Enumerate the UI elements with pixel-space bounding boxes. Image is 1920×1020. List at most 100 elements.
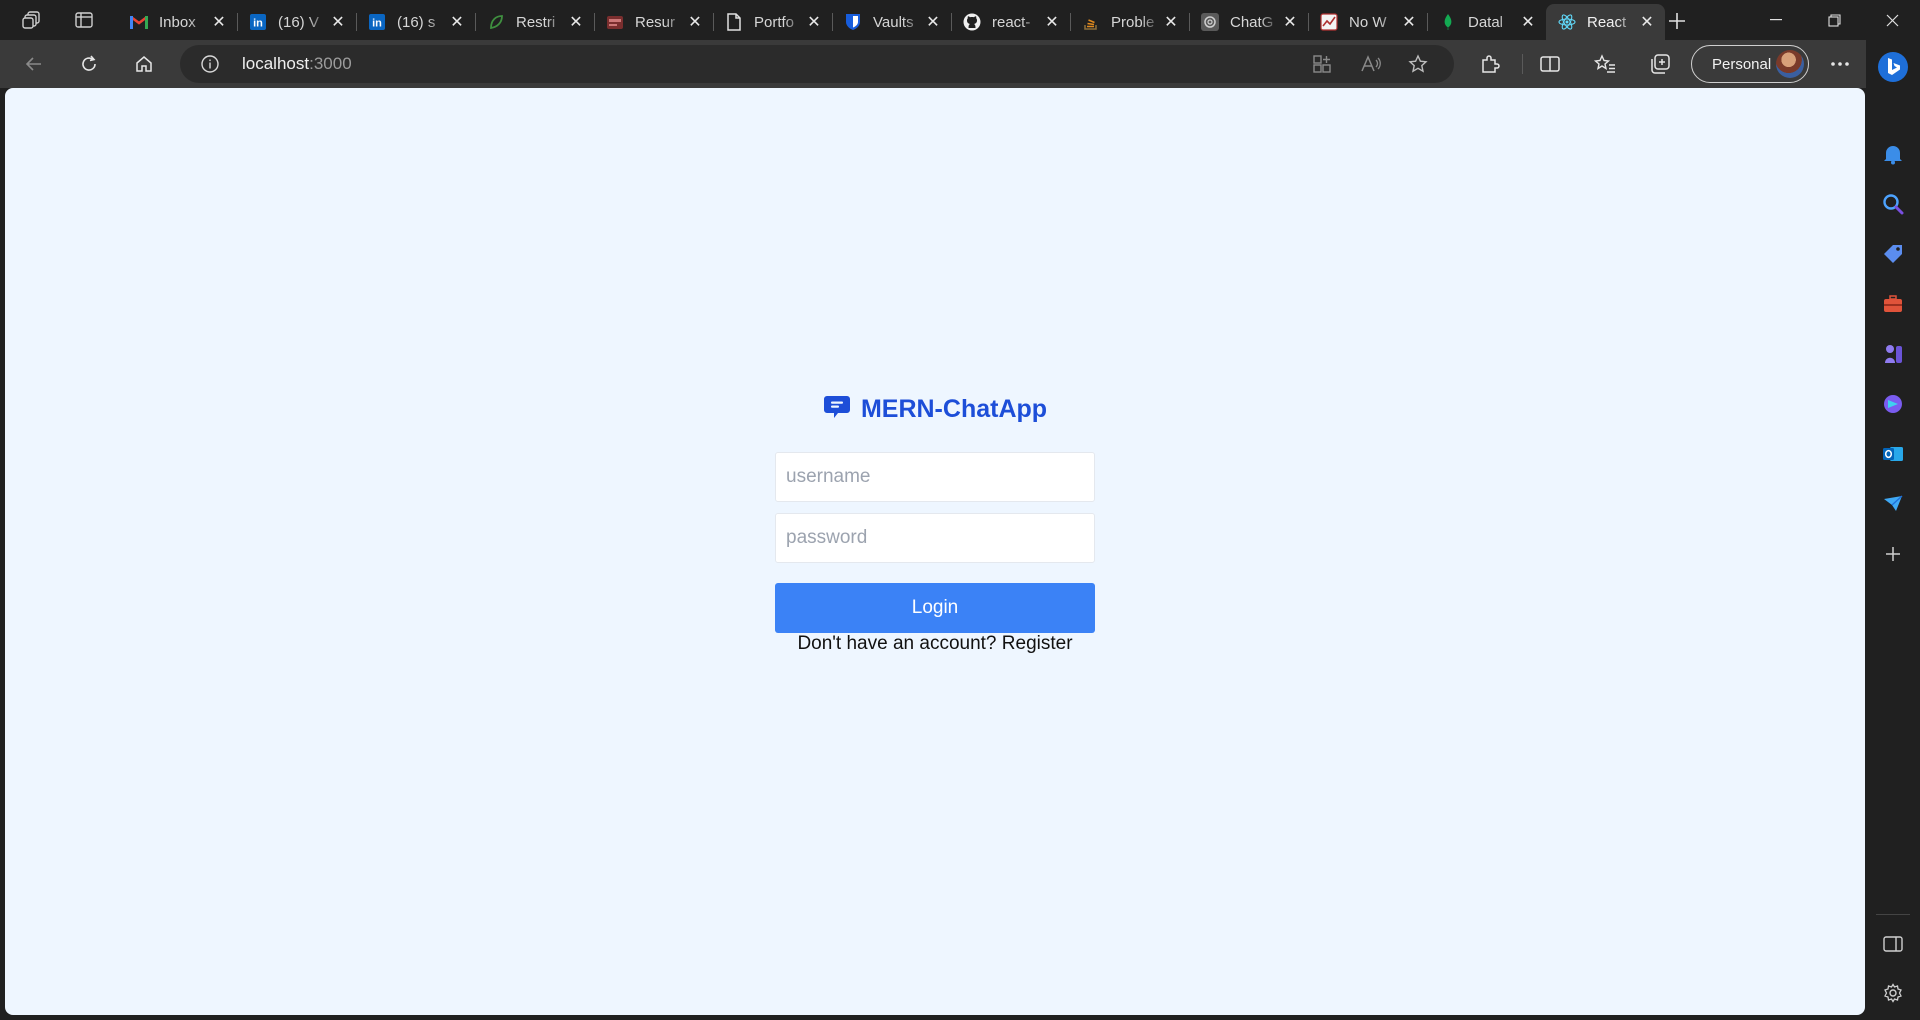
close-tab-icon[interactable]: ✕ — [923, 12, 943, 32]
sidebar-divider — [1876, 914, 1910, 915]
tab-strip: Inbox ✕ in (16) V ✕ in (16) s ✕ Restri ✕… — [0, 0, 1920, 40]
password-input[interactable] — [775, 513, 1095, 563]
chat-bubble-icon — [823, 396, 850, 418]
url-text[interactable]: localhost:3000 — [242, 54, 352, 74]
tab-title: Vaults — [873, 13, 914, 31]
document-icon — [725, 13, 743, 31]
login-button[interactable]: Login — [775, 583, 1095, 633]
tab-title: React — [1587, 13, 1627, 31]
tab-resume[interactable]: Resur ✕ — [594, 4, 713, 40]
tab-inbox[interactable]: Inbox ✕ — [118, 4, 237, 40]
new-tab-button[interactable] — [1660, 4, 1694, 38]
sidebar-settings-icon[interactable] — [1880, 980, 1906, 1006]
tab-restri[interactable]: Restri ✕ — [475, 4, 594, 40]
add-sidebar-app-icon[interactable] — [1880, 541, 1906, 567]
tab-linkedin-1[interactable]: in (16) V ✕ — [237, 4, 356, 40]
gmail-icon — [130, 13, 148, 31]
close-tab-icon[interactable]: ✕ — [1042, 12, 1062, 32]
restore-button[interactable] — [1806, 0, 1862, 40]
url-port: :3000 — [309, 54, 352, 73]
close-tab-icon[interactable]: ✕ — [328, 12, 348, 32]
drop-send-icon[interactable] — [1880, 491, 1906, 517]
react-icon — [1558, 13, 1576, 31]
microsoft-365-icon[interactable] — [1880, 391, 1906, 417]
profile-label: Personal — [1712, 55, 1772, 73]
close-tab-icon[interactable]: ✕ — [1280, 12, 1300, 32]
tab-github[interactable]: react- ✕ — [951, 4, 1070, 40]
close-tab-icon[interactable]: ✕ — [1161, 12, 1181, 32]
close-window-button[interactable] — [1864, 0, 1920, 40]
tab-title: (16) s — [397, 13, 436, 31]
linkedin-icon: in — [368, 13, 386, 31]
tab-title: No W — [1349, 13, 1387, 31]
shopping-tag-icon[interactable] — [1880, 241, 1906, 267]
brand-header: MERN-ChatApp — [775, 391, 1095, 427]
bitwarden-icon — [844, 13, 862, 31]
tab-title: Inbox — [159, 13, 196, 31]
close-tab-icon[interactable]: ✕ — [1518, 12, 1538, 32]
chart-icon — [1320, 13, 1338, 31]
close-tab-icon[interactable]: ✕ — [1399, 12, 1419, 32]
back-icon[interactable] — [18, 48, 50, 80]
tab-chatgpt[interactable]: ChatG ✕ — [1189, 4, 1308, 40]
close-tab-icon[interactable]: ✕ — [209, 12, 229, 32]
search-icon[interactable] — [1880, 191, 1906, 217]
extensions-icon[interactable] — [1474, 48, 1506, 80]
favorite-star-icon[interactable] — [1402, 48, 1434, 80]
minimize-button[interactable] — [1748, 0, 1804, 40]
avatar — [1776, 50, 1804, 78]
tab-now[interactable]: No W ✕ — [1308, 4, 1427, 40]
toolbar-divider — [1522, 54, 1523, 74]
app-title: MERN-ChatApp — [860, 394, 1048, 423]
edge-sidebar — [1866, 40, 1920, 1020]
tab-title: Restri — [516, 13, 556, 31]
split-screen-icon[interactable] — [1534, 48, 1566, 80]
tab-title: react- — [992, 13, 1031, 31]
tools-briefcase-icon[interactable] — [1880, 291, 1906, 317]
tab-title: Proble — [1111, 13, 1155, 31]
site-info-icon[interactable] — [200, 54, 220, 74]
linkedin-icon: in — [249, 13, 267, 31]
tab-vaults[interactable]: Vaults ✕ — [832, 4, 951, 40]
hide-sidebar-icon[interactable] — [1880, 931, 1906, 957]
register-link[interactable]: Register — [1002, 633, 1073, 654]
tab-portfolio[interactable]: Portfo ✕ — [713, 4, 832, 40]
workspaces-icon[interactable] — [12, 0, 52, 40]
stack-icon — [1082, 13, 1100, 31]
tab-actions-icon[interactable] — [64, 0, 104, 40]
more-options-icon[interactable] — [1824, 48, 1856, 80]
tab-database[interactable]: Datal ✕ — [1427, 4, 1546, 40]
profile-button[interactable]: Personal — [1691, 45, 1809, 83]
close-tab-icon[interactable]: ✕ — [1637, 12, 1657, 32]
read-aloud-icon[interactable] — [1355, 48, 1387, 80]
tab-linkedin-2[interactable]: in (16) s ✕ — [356, 4, 475, 40]
close-tab-icon[interactable]: ✕ — [566, 12, 586, 32]
browser-toolbar: localhost:3000 Personal — [0, 40, 1920, 88]
tab-title: (16) V — [278, 13, 319, 31]
app-available-icon[interactable] — [1306, 48, 1338, 80]
tab-title: Resur — [635, 13, 676, 31]
notification-bell-icon[interactable] — [1880, 141, 1906, 167]
bing-copilot-icon[interactable] — [1876, 50, 1910, 84]
close-tab-icon[interactable]: ✕ — [685, 12, 705, 32]
tab-title: Portfo — [754, 13, 795, 31]
register-prompt: Don't have an account? Register — [775, 633, 1095, 655]
favorites-icon[interactable] — [1589, 48, 1621, 80]
svg-text:in: in — [372, 18, 382, 30]
leaf-icon — [487, 13, 505, 31]
games-icon[interactable] — [1880, 341, 1906, 367]
outlook-icon[interactable] — [1880, 441, 1906, 467]
refresh-icon[interactable] — [73, 48, 105, 80]
openai-icon — [1201, 13, 1219, 31]
close-tab-icon[interactable]: ✕ — [804, 12, 824, 32]
page-viewport: MERN-ChatApp Login Don't have an account… — [5, 88, 1865, 1015]
svg-text:in: in — [253, 18, 263, 30]
tab-react[interactable]: React ✕ — [1546, 4, 1665, 40]
tab-problem[interactable]: Proble ✕ — [1070, 4, 1189, 40]
mongodb-icon — [1439, 13, 1457, 31]
address-bar[interactable]: localhost:3000 — [180, 45, 1454, 83]
close-tab-icon[interactable]: ✕ — [447, 12, 467, 32]
username-input[interactable] — [775, 452, 1095, 502]
collections-icon[interactable] — [1644, 48, 1676, 80]
home-icon[interactable] — [128, 48, 160, 80]
